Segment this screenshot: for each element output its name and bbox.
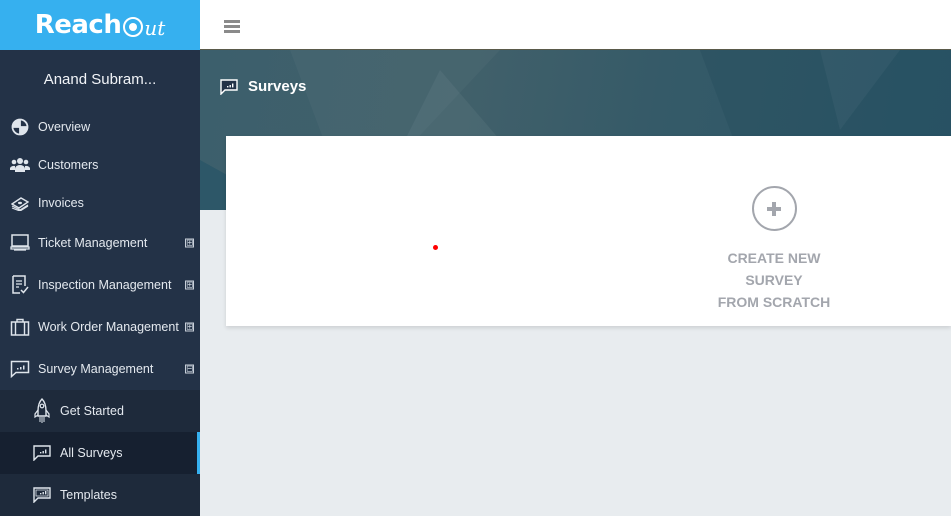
sidebar: Reach ut Anand Subram... Overview Custom… <box>0 0 200 516</box>
hamburger-icon[interactable] <box>224 20 240 33</box>
rocket-icon <box>32 398 52 423</box>
page-title-text: Surveys <box>248 78 307 95</box>
checklist-icon <box>10 275 30 295</box>
page-title: Surveys <box>220 78 307 96</box>
survey-chat-icon <box>220 78 238 96</box>
expand-icon[interactable]: ⊞ <box>185 238 194 248</box>
survey-submenu: Get Started All Surveys Templates <box>0 390 200 516</box>
sidebar-item-ticket-management[interactable]: Ticket Management ⊞ <box>0 222 200 264</box>
sidebar-item-invoices[interactable]: Invoices <box>0 184 200 222</box>
logo-o-icon <box>123 17 144 37</box>
users-icon <box>10 155 30 175</box>
sidebar-subitem-all-surveys[interactable]: All Surveys <box>0 432 200 474</box>
sidebar-item-overview[interactable]: Overview <box>0 108 200 146</box>
templates-chat-icon <box>32 485 52 505</box>
sidebar-item-label: Templates <box>60 488 117 502</box>
top-bar <box>200 0 951 50</box>
create-survey-label: CREATE NEW SURVEY FROM SCRATCH <box>700 247 848 313</box>
sidebar-item-label: Survey Management <box>38 362 154 376</box>
monitor-icon <box>10 233 30 253</box>
create-survey-line2: FROM SCRATCH <box>717 294 831 310</box>
create-survey-line1: CREATE NEW SURVEY <box>727 250 821 288</box>
sidebar-item-label: Get Started <box>60 404 124 418</box>
sidebar-item-customers[interactable]: Customers <box>0 146 200 184</box>
sidebar-subitem-templates[interactable]: Templates <box>0 474 200 516</box>
survey-chat-icon <box>10 359 30 379</box>
user-name[interactable]: Anand Subram... <box>0 50 200 108</box>
sidebar-item-work-order-management[interactable]: Work Order Management ⊞ <box>0 306 200 348</box>
briefcase-icon <box>10 317 30 337</box>
cursor-marker <box>433 245 438 250</box>
brand-name-script: ut <box>144 16 166 40</box>
sidebar-item-label: Inspection Management <box>38 278 172 292</box>
sidebar-item-label: Overview <box>38 120 91 134</box>
survey-chat-icon <box>32 443 52 463</box>
brand-name: Reach <box>34 10 122 40</box>
globe-icon <box>10 117 30 137</box>
collapse-icon[interactable]: ⊟ <box>185 364 194 374</box>
expand-icon[interactable]: ⊞ <box>185 322 194 332</box>
plus-circle-icon <box>751 186 797 231</box>
sidebar-item-label: All Surveys <box>60 446 123 460</box>
brand-logo[interactable]: Reach ut <box>0 0 200 50</box>
sidebar-item-label: Work Order Management <box>38 320 179 334</box>
expand-icon[interactable]: ⊞ <box>185 280 194 290</box>
sidebar-item-survey-management[interactable]: Survey Management ⊟ <box>0 348 200 390</box>
create-new-survey-button[interactable]: CREATE NEW SURVEY FROM SCRATCH <box>700 186 848 313</box>
sidebar-item-label: Customers <box>38 158 99 172</box>
money-stack-icon <box>10 193 30 213</box>
sidebar-item-label: Ticket Management <box>38 236 148 250</box>
sidebar-item-label: Invoices <box>38 196 84 210</box>
sidebar-subitem-get-started[interactable]: Get Started <box>0 390 200 432</box>
sidebar-item-inspection-management[interactable]: Inspection Management ⊞ <box>0 264 200 306</box>
